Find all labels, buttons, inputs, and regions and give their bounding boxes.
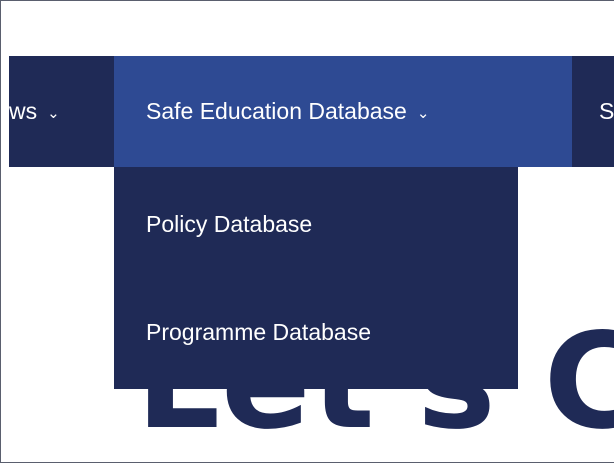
main-navigation-bar: ws ⌄ Safe Education Database ⌄ S: [9, 56, 614, 167]
page-viewport: Let's Ca ws ⌄ Safe Education Database ⌄ …: [0, 0, 614, 463]
safe-education-database-dropdown-menu: Policy Database Programme Database: [114, 167, 518, 389]
nav-item-safe-education-database[interactable]: Safe Education Database ⌄: [114, 56, 572, 167]
chevron-down-icon: ⌄: [47, 104, 60, 122]
nav-item-safe-education-database-label: Safe Education Database: [146, 98, 407, 124]
chevron-down-icon: ⌄: [416, 104, 430, 122]
nav-item-news-label: ws: [9, 98, 38, 124]
nav-item-news[interactable]: ws ⌄: [9, 56, 60, 167]
dropdown-item-programme-database[interactable]: Programme Database: [146, 319, 371, 346]
dropdown-item-policy-database[interactable]: Policy Database: [146, 211, 312, 238]
nav-item-next-label: S: [599, 98, 614, 124]
nav-item-next[interactable]: S: [599, 56, 614, 167]
